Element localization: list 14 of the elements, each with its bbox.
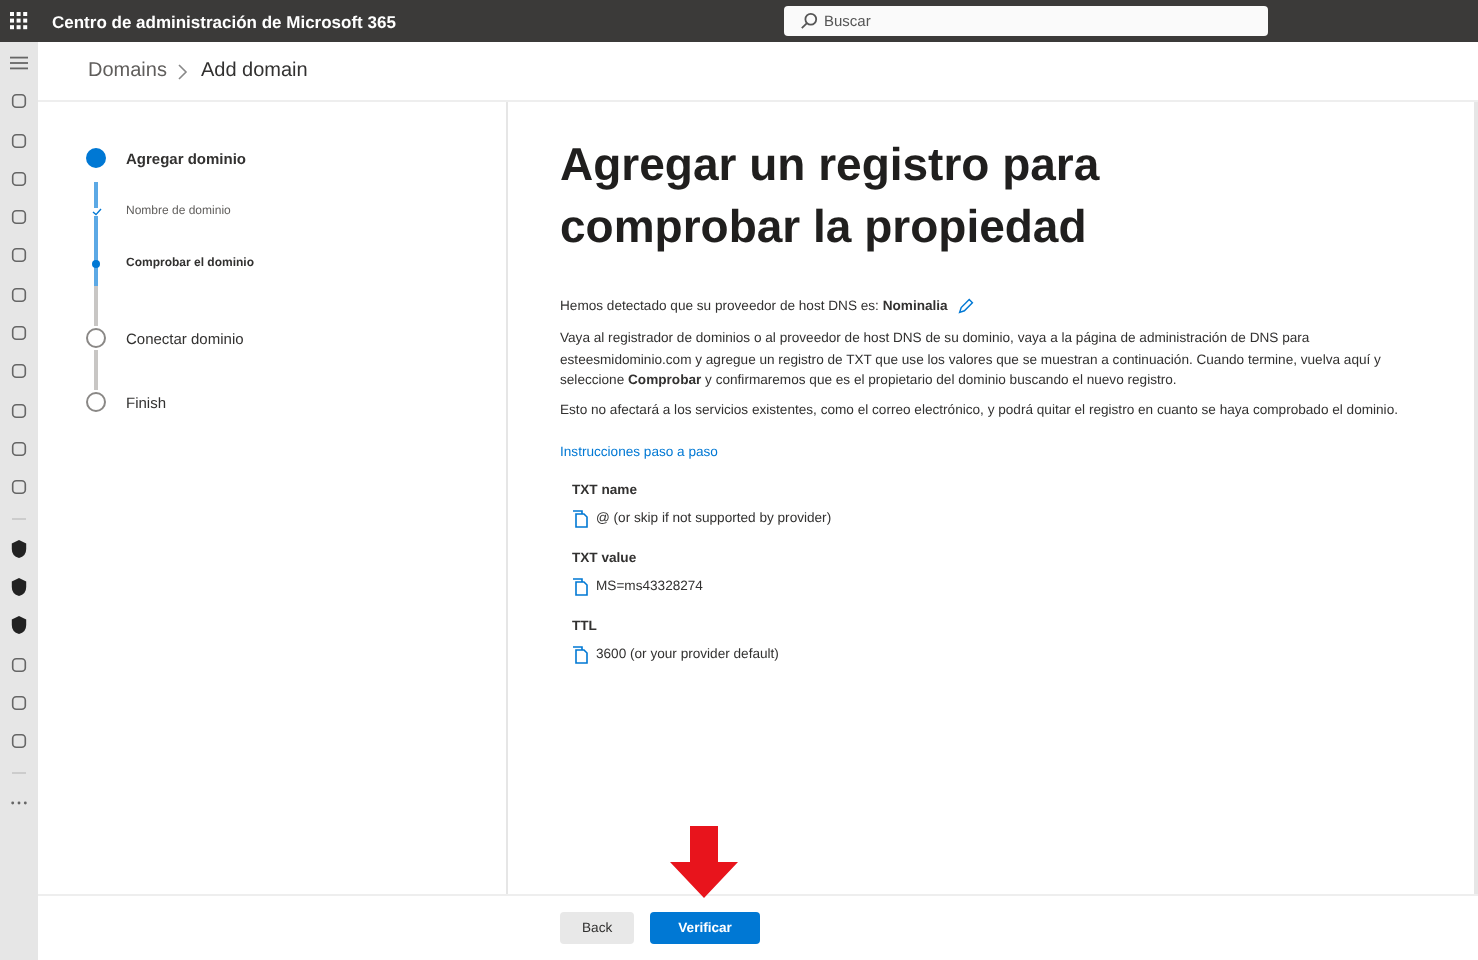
copy-icon[interactable] — [572, 510, 588, 528]
nav-icon[interactable] — [10, 539, 28, 558]
breadcrumb-current: Add domain — [200, 60, 308, 82]
copy-icon[interactable] — [572, 578, 588, 596]
page-title: Agregar un registro para comprobar la propiedad — [560, 136, 1102, 256]
menu-icon[interactable] — [10, 54, 28, 72]
app-launcher-icon[interactable] — [10, 12, 28, 30]
copy-icon[interactable] — [572, 646, 588, 664]
down-arrow-icon — [670, 826, 738, 898]
app-title: Centro de administración de Microsoft 365 — [52, 11, 396, 31]
edit-icon[interactable] — [957, 298, 974, 314]
breadcrumb-link[interactable]: Domains — [88, 60, 167, 82]
search-icon — [800, 12, 818, 30]
chevron-icon — [178, 63, 189, 79]
